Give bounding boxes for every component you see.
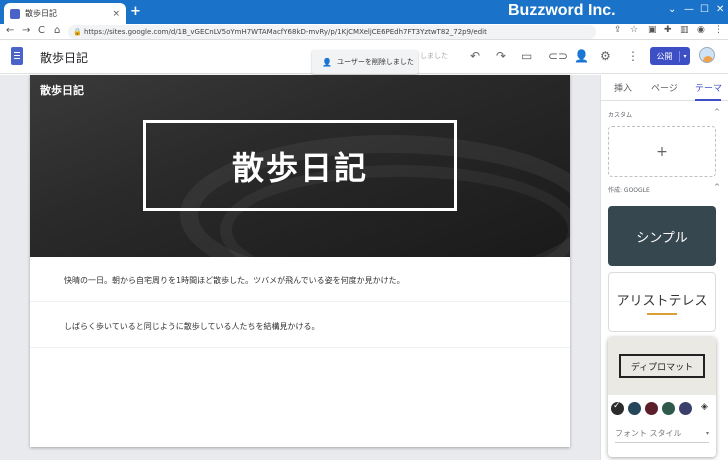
url-field[interactable]: 🔒 https://sites.google.com/d/1B_vGECnLV5… (68, 25, 596, 39)
profile-icon[interactable]: ◉ (697, 25, 705, 35)
editing-canvas: 散歩日記 散歩日記 快晴の一日。朝から自宅周りを1時間ほど散歩した。ツバメが飛ん… (0, 75, 600, 460)
settings-gear-icon[interactable]: ⚙ (600, 49, 611, 63)
theme-name: アリストテレス (616, 293, 708, 309)
collapse-icon[interactable]: ^ (714, 108, 720, 116)
section-divider (30, 301, 570, 302)
more-options-icon[interactable]: ⋮ (627, 49, 639, 63)
site-page: 散歩日記 散歩日記 快晴の一日。朝から自宅周りを1時間ほど散歩した。ツバメが飛ん… (30, 75, 570, 447)
editor-toolbar: 散歩日記 しました 👤 ユーザーを削除しました ↶ ↷ ▭ ⊂⊃ 👤 ⚙ ⋮ 公… (0, 40, 728, 74)
theme-preview: ディプロマット (608, 337, 716, 395)
link-icon[interactable]: ⊂⊃ (548, 49, 568, 63)
collapse-icon[interactable]: ^ (714, 183, 720, 191)
hero-title-frame: 散歩日記 (143, 120, 457, 211)
theme-preview-frame: ディプロマット (619, 354, 705, 378)
hero-banner[interactable]: 散歩日記 散歩日記 (30, 75, 570, 257)
side-panel: 挿入 ページ テーマ カスタム ^ + 作成: GOOGLE ^ シンプル アリ… (600, 75, 728, 460)
google-sites-logo-icon[interactable] (11, 47, 23, 65)
hero-title[interactable]: 散歩日記 (232, 143, 368, 189)
active-tab-indicator (695, 99, 721, 101)
font-style-label: フォント スタイル (615, 429, 682, 438)
share-person-icon[interactable]: 👤 (574, 49, 589, 63)
color-swatch[interactable] (628, 402, 641, 415)
home-icon[interactable]: ⌂ (54, 25, 60, 36)
tab-themes[interactable]: テーマ (695, 81, 722, 94)
publish-button[interactable]: 公開 ▾ (650, 47, 690, 65)
person-remove-icon: 👤 (322, 57, 332, 67)
color-swatch[interactable] (679, 402, 692, 415)
tab-close-icon[interactable]: × (112, 9, 120, 19)
plus-icon: + (656, 143, 668, 160)
panel-tabs: 挿入 ページ テーマ (601, 75, 728, 101)
extension-icon[interactable]: ▣ (648, 25, 657, 35)
back-icon[interactable]: ← (6, 25, 14, 36)
reload-icon[interactable]: C (38, 25, 45, 36)
avatar[interactable] (699, 47, 715, 63)
menu-dots-icon[interactable]: ⋮ (714, 25, 723, 35)
share-icon[interactable]: ⇪ (614, 25, 622, 35)
paragraph-text[interactable]: しばらく歩いていると同じように散歩している人たちを結構見かける。 (64, 321, 320, 332)
publish-label: 公開 (650, 50, 680, 62)
sites-favicon-icon (10, 8, 20, 19)
font-style-select[interactable]: フォント スタイル ▾ (615, 425, 709, 443)
toast-text: ユーザーを削除しました (336, 58, 414, 66)
publish-dropdown-icon[interactable]: ▾ (680, 53, 690, 60)
new-tab-button[interactable]: + (130, 4, 141, 19)
url-text: https://sites.google.com/d/1B_vGECnLV5oY… (84, 28, 487, 36)
color-swatch[interactable] (662, 402, 675, 415)
lock-icon: 🔒 (73, 28, 82, 36)
theme-name: ディプロマット (630, 362, 694, 373)
section-google-label: 作成: GOOGLE (608, 187, 650, 194)
forward-icon[interactable]: → (22, 25, 30, 36)
close-window-icon[interactable]: ✕ (716, 4, 724, 15)
site-header-name[interactable]: 散歩日記 (40, 82, 84, 98)
section-custom-label: カスタム (608, 112, 633, 119)
color-swatch[interactable] (645, 402, 658, 415)
puzzle-icon[interactable]: ✚ (664, 25, 672, 35)
theme-card-simple[interactable]: シンプル (608, 206, 716, 266)
sidepanel-icon[interactable]: ▥ (680, 25, 689, 35)
redo-icon[interactable]: ↷ (496, 49, 506, 63)
accent-bar (647, 312, 677, 315)
browser-tab-strip: 散歩日記 × + Buzzword Inc. ⌄ — ☐ ✕ (0, 0, 728, 24)
notification-toast: 👤 ユーザーを削除しました (312, 50, 418, 74)
undo-icon[interactable]: ↶ (470, 49, 480, 63)
chevron-down-icon: ▾ (705, 430, 709, 437)
add-custom-theme-button[interactable]: + (608, 126, 716, 177)
browser-tab[interactable]: 散歩日記 × (4, 3, 126, 24)
theme-card-diplomat[interactable]: ディプロマット ◈ フォント スタイル ▾ (608, 337, 716, 457)
preview-device-icon[interactable]: ▭ (521, 49, 532, 63)
section-divider (30, 347, 570, 348)
tab-insert[interactable]: 挿入 (614, 81, 632, 94)
paint-bucket-icon[interactable]: ◈ (701, 402, 708, 412)
theme-card-aristotle[interactable]: アリストテレス (608, 272, 716, 332)
brand-watermark: Buzzword Inc. (508, 2, 616, 19)
maximize-icon[interactable]: ☐ (700, 4, 709, 15)
site-title[interactable]: 散歩日記 (40, 49, 88, 66)
minimize-icon[interactable]: — (684, 4, 694, 15)
color-swatch-selected[interactable] (611, 401, 624, 415)
star-icon[interactable]: ☆ (630, 25, 638, 35)
address-bar-row: ← → C ⌂ 🔒 https://sites.google.com/d/1B_… (0, 24, 728, 40)
theme-name: シンプル (636, 230, 688, 246)
tab-pages[interactable]: ページ (651, 81, 678, 94)
chevron-down-icon[interactable]: ⌄ (668, 4, 676, 15)
faded-status-text: しました (420, 52, 448, 60)
paragraph-text[interactable]: 快晴の一日。朝から自宅周りを1時間ほど散歩した。ツバメが飛んでいる姿を何度か見か… (64, 275, 405, 286)
tab-title: 散歩日記 (25, 9, 57, 18)
